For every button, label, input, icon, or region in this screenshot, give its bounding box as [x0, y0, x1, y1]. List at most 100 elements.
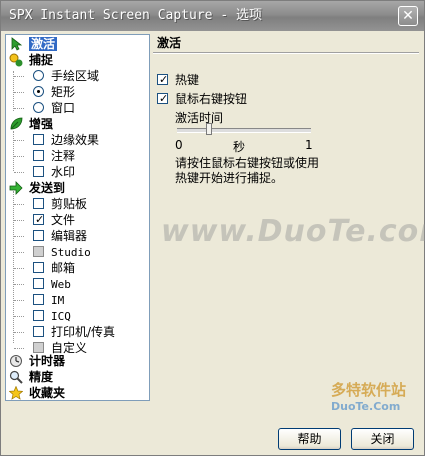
slider-thumb[interactable] [206, 123, 212, 135]
hotkey-option[interactable]: ✓ 热键 [157, 72, 199, 88]
sendto-item[interactable]: ICQ [33, 308, 71, 324]
sendto-checkbox[interactable] [33, 310, 44, 321]
sendto-checkbox[interactable] [33, 198, 44, 209]
category-tree[interactable]: 激活 捕捉 手绘区域 矩形 窗口 增强 边缘效果 注释 水印 发送到 剪贴板 ✓… [5, 34, 150, 401]
tree-line [14, 140, 24, 141]
tree-line [14, 204, 24, 205]
arrow-right-icon [9, 181, 23, 195]
sendto-item[interactable]: 打印机/传真 [33, 324, 115, 340]
tree-item-label: 水印 [51, 165, 76, 179]
activation-time-label: 激活时间 [175, 111, 224, 125]
annotation-checkbox[interactable] [33, 150, 44, 161]
tree-item-label: ICQ [51, 310, 71, 323]
tree-item-label: 矩形 [51, 85, 76, 99]
panel-title: 激活 [157, 36, 182, 50]
tree-item-rectangle[interactable]: 矩形 [33, 84, 75, 100]
timer-icon [9, 354, 23, 368]
cursor-arrow-icon [9, 37, 23, 51]
star-icon [8, 385, 24, 400]
sendto-item[interactable]: 邮箱 [33, 260, 75, 276]
window-radio[interactable] [33, 102, 44, 113]
tree-item-label: 剪贴板 [51, 197, 88, 211]
tree-item-label: 收藏夹 [29, 386, 66, 400]
tree-line [14, 76, 24, 77]
logo-line-1: 多特软件站 [331, 381, 407, 399]
rectangle-radio[interactable] [33, 86, 44, 97]
tree-item-activate[interactable]: 激活 [9, 36, 58, 52]
tree-item-label: Web [51, 278, 71, 291]
tree-line [14, 300, 24, 301]
leaf-icon [9, 117, 23, 131]
sendto-item[interactable]: 剪贴板 [33, 196, 87, 212]
tree-item-favorites[interactable]: 收藏夹 [8, 385, 66, 400]
tree-item-watermark[interactable]: 水印 [33, 164, 75, 180]
tree-line [14, 316, 24, 317]
tree-line [13, 131, 14, 171]
tree-item-freehand[interactable]: 手绘区域 [33, 68, 99, 84]
panel-divider [153, 52, 419, 54]
checkmark-icon: ✓ [35, 213, 45, 226]
sendto-checkbox[interactable] [33, 278, 44, 289]
tree-item-label: 邮箱 [51, 261, 76, 275]
sendto-item[interactable]: 编辑器 [33, 228, 87, 244]
tree-item-precision[interactable]: 精度 [9, 369, 53, 385]
tree-item-sendto[interactable]: 发送到 [9, 180, 65, 196]
sendto-checkbox[interactable] [33, 246, 44, 257]
magnifier-icon [9, 370, 23, 384]
tree-line [14, 348, 24, 349]
tree-item-label: 激活 [29, 37, 58, 51]
slider-min-label: 0 [175, 138, 183, 152]
sendto-item[interactable]: ✓ 文件 [33, 212, 75, 228]
checkmark-icon: ✓ [159, 73, 169, 86]
tree-line [14, 172, 24, 173]
watermark-text: www.DuoTe.com [161, 214, 425, 249]
options-window: SPX Instant Screen Capture - 选项 ✕ 激活 捕捉 … [0, 0, 425, 456]
sendto-checkbox[interactable]: ✓ [33, 213, 45, 226]
rightclick-option[interactable]: ✓ 鼠标右键按钮 [157, 91, 247, 107]
slider-unit-label: 秒 [233, 140, 246, 154]
tree-item-label: Studio [51, 246, 91, 259]
tree-line [14, 220, 24, 221]
hotkey-checkbox[interactable]: ✓ [157, 73, 169, 86]
tree-item-edge-effect[interactable]: 边缘效果 [33, 132, 99, 148]
slider-max-label: 1 [305, 138, 313, 152]
tree-item-annotation[interactable]: 注释 [33, 148, 75, 164]
tree-line [14, 236, 24, 237]
site-logo: 多特软件站 DuoTe.Com [331, 379, 421, 421]
rightclick-checkbox[interactable]: ✓ [157, 92, 168, 105]
edge-effect-checkbox[interactable] [33, 134, 44, 145]
tree-item-window[interactable]: 窗口 [33, 100, 75, 116]
sendto-checkbox[interactable] [33, 342, 44, 353]
sendto-item[interactable]: IM [33, 292, 64, 308]
tree-line [14, 108, 24, 109]
tree-item-label: 计时器 [29, 354, 66, 368]
sendto-checkbox[interactable] [33, 262, 44, 273]
close-button[interactable]: 关闭 [351, 428, 414, 450]
sendto-checkbox[interactable] [33, 230, 44, 241]
tree-item-timer[interactable]: 计时器 [9, 353, 65, 369]
freehand-radio[interactable] [33, 70, 44, 81]
tree-item-label: 增强 [29, 117, 54, 131]
tree-item-label: 窗口 [51, 101, 76, 115]
tree-line [14, 156, 24, 157]
help-button[interactable]: 帮助 [278, 428, 341, 450]
sendto-item[interactable]: Studio [33, 244, 91, 260]
sendto-item[interactable]: Web [33, 276, 71, 292]
sendto-checkbox[interactable] [33, 326, 44, 337]
logo-line-2: DuoTe.Com [331, 400, 401, 413]
tree-item-enhance[interactable]: 增强 [9, 116, 53, 132]
tree-item-label: 精度 [29, 370, 54, 384]
tree-line [13, 191, 14, 343]
tree-line [14, 92, 24, 93]
tree-line [14, 268, 24, 269]
rightclick-label: 鼠标右键按钮 [175, 92, 248, 106]
sendto-checkbox[interactable] [33, 294, 44, 305]
tree-item-label: 手绘区域 [51, 69, 100, 83]
tree-line [14, 332, 24, 333]
close-window-button[interactable]: ✕ [398, 6, 418, 26]
tree-line [13, 71, 14, 111]
activation-time-slider[interactable] [177, 128, 311, 133]
watermark-checkbox[interactable] [33, 166, 44, 177]
title-bar[interactable]: SPX Instant Screen Capture - 选项 [1, 1, 424, 31]
tree-item-capture[interactable]: 捕捉 [9, 52, 53, 68]
